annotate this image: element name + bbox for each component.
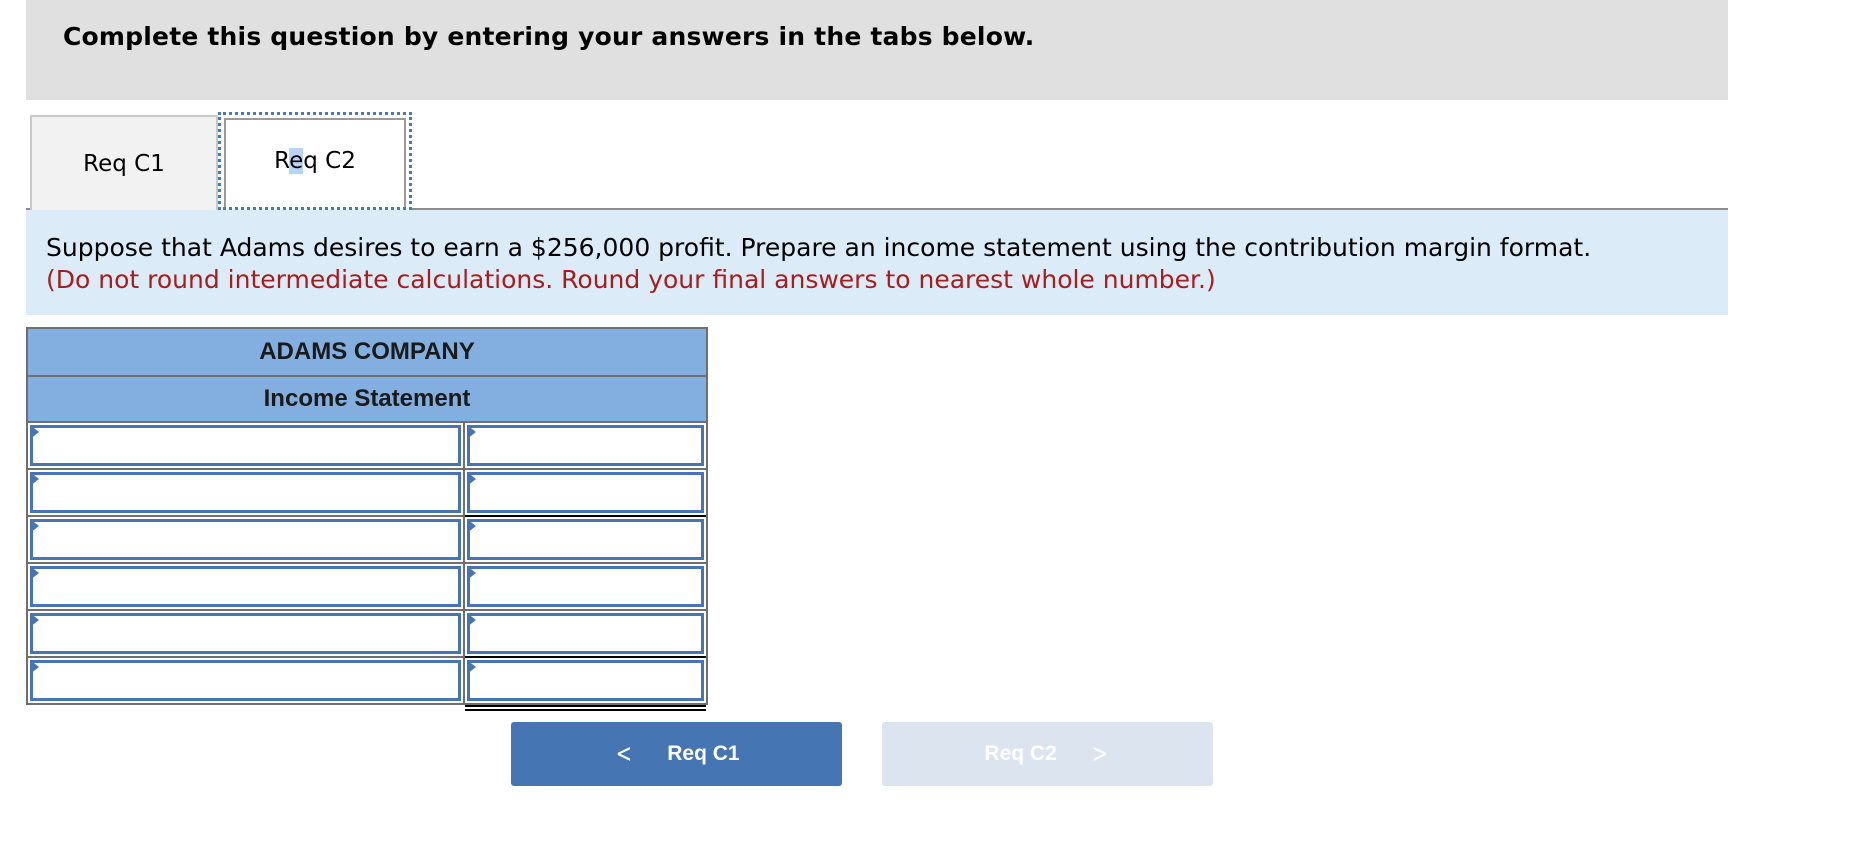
company-name-header: ADAMS COMPANY (28, 329, 706, 377)
rounding-note: (Do not round intermediate calculations.… (46, 265, 1216, 294)
row-label-cell (28, 470, 465, 515)
row-value-input[interactable] (467, 425, 704, 466)
row-value-cell (465, 423, 706, 468)
row-label-input[interactable] (30, 660, 461, 701)
income-statement-table: ADAMS COMPANY Income Statement (26, 327, 708, 711)
next-req-c2-button[interactable]: Req C2 > (882, 722, 1213, 786)
table-row (28, 658, 706, 711)
tab-req-c2[interactable]: Req C2 (218, 112, 412, 210)
row-value-cell (465, 611, 706, 658)
table-row (28, 423, 706, 470)
question-prompt: Suppose that Adams desires to earn a $25… (26, 210, 1728, 315)
prev-req-c1-button[interactable]: < Req C1 (511, 722, 842, 786)
row-value-input[interactable] (467, 519, 704, 560)
row-value-cell (465, 470, 706, 517)
tab-req-c2-label: Req C2 (274, 148, 356, 174)
row-value-cell (465, 564, 706, 609)
row-value-cell (465, 658, 706, 711)
instructions-header: Complete this question by entering your … (26, 0, 1728, 100)
row-label-cell (28, 517, 465, 562)
row-label-input[interactable] (30, 613, 461, 654)
prompt-text: Suppose that Adams desires to earn a $25… (46, 233, 1592, 262)
chevron-right-icon: > (1091, 739, 1108, 769)
table-row (28, 564, 706, 611)
table-row (28, 470, 706, 517)
tab-label-part: q C2 (303, 148, 356, 174)
text-selection: e (289, 148, 304, 174)
row-label-cell (28, 423, 465, 468)
row-value-input[interactable] (467, 660, 704, 701)
row-label-cell (28, 564, 465, 609)
row-value-cell (465, 517, 706, 562)
instructions-title: Complete this question by entering your … (63, 22, 1035, 51)
row-value-input[interactable] (467, 566, 704, 607)
chevron-left-icon: < (616, 739, 633, 769)
row-value-input[interactable] (467, 613, 704, 654)
row-label-input[interactable] (30, 566, 461, 607)
statement-title-header: Income Statement (28, 377, 706, 423)
table-row (28, 611, 706, 658)
table-row (28, 517, 706, 564)
row-label-input[interactable] (30, 425, 461, 466)
tab-bar: Req C1 Req C2 (26, 100, 1728, 210)
row-label-cell (28, 611, 465, 656)
prev-button-label: Req C1 (667, 742, 740, 765)
next-button-label: Req C2 (984, 742, 1057, 765)
row-label-input[interactable] (30, 472, 461, 513)
tab-req-c1-label: Req C1 (83, 150, 165, 177)
row-value-input[interactable] (467, 472, 704, 513)
tab-label-part: R (274, 148, 290, 174)
row-label-input[interactable] (30, 519, 461, 560)
row-label-cell (28, 658, 465, 703)
tab-req-c1[interactable]: Req C1 (30, 115, 218, 210)
